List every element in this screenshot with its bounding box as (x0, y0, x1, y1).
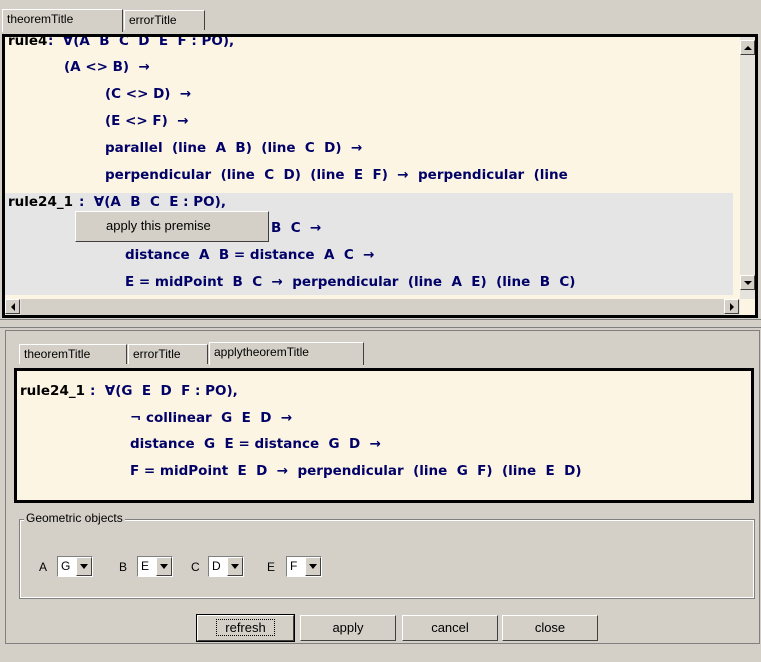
object-a-dropdown-button[interactable] (76, 557, 92, 576)
chevron-down-icon (160, 564, 168, 569)
close-button[interactable]: close (502, 615, 598, 641)
code-line: : ∀(G E D F : PO), (90, 383, 238, 399)
apply-button[interactable]: apply (300, 615, 396, 641)
arrow-right-icon (730, 303, 734, 311)
object-c-select[interactable]: D (208, 556, 244, 577)
vertical-scrollbar[interactable] (740, 37, 755, 299)
object-b-dropdown-button[interactable] (156, 557, 172, 576)
code-line: parallel (line A B) (line C D) → (105, 140, 363, 156)
code-line: (C <> D) → (105, 86, 192, 102)
refresh-button-label: refresh (216, 619, 275, 636)
split-divider[interactable] (0, 319, 761, 328)
geometric-objects-legend: Geometric objects (24, 511, 125, 525)
code-line: : ∀(A B C E : PO), (79, 194, 226, 210)
chevron-down-icon (309, 564, 317, 569)
tab-theorem-title[interactable]: theoremTitle (19, 344, 127, 364)
scroll-thumb[interactable] (21, 299, 724, 315)
cancel-button[interactable]: cancel (402, 615, 498, 641)
object-c-dropdown-button[interactable] (227, 557, 243, 576)
object-b-select[interactable]: E (137, 556, 173, 577)
scroll-left-button[interactable] (5, 299, 20, 314)
object-b-value: E (141, 559, 150, 573)
rule-label: rule24_1 (20, 383, 85, 399)
object-label-a: A (39, 560, 48, 574)
arrow-up-icon (744, 46, 752, 50)
code-line: ¬ collinear G E D → (130, 410, 293, 426)
rule-label: rule4 (8, 34, 48, 49)
tab-error-title[interactable]: errorTitle (128, 344, 208, 364)
bottom-editor[interactable]: rule24_1 : ∀(G E D F : PO), ¬ collinear … (14, 368, 754, 503)
rule-label: rule24_1 (8, 194, 73, 210)
tab-apply-theorem-title[interactable]: applytheoremTitle (209, 342, 364, 365)
object-label-e: E (267, 560, 276, 574)
object-e-select[interactable]: F (286, 556, 322, 577)
code-line: : ∀(A B C D E F : PO), (48, 34, 235, 49)
object-label-c: C (191, 560, 200, 574)
code-line: F = midPoint E D → perpendicular (line G… (130, 463, 582, 479)
arrow-down-icon (744, 281, 752, 285)
context-menu-apply-premise[interactable]: apply this premise (106, 218, 211, 233)
object-e-dropdown-button[interactable] (305, 557, 321, 576)
top-editor[interactable]: rule4 : ∀(A B C D E F : PO), (A <> B) → … (2, 34, 758, 318)
chevron-down-icon (80, 564, 88, 569)
tab-error-title[interactable]: errorTitle (124, 10, 205, 30)
chevron-down-icon (231, 564, 239, 569)
horizontal-scrollbar[interactable] (5, 299, 740, 315)
scroll-down-button[interactable] (740, 275, 755, 290)
scroll-right-button[interactable] (724, 299, 739, 314)
code-line: E = midPoint B C → perpendicular (line A… (125, 274, 576, 290)
code-line: perpendicular (line C D) (line E F) → pe… (105, 167, 568, 183)
code-line: (E <> F) → (105, 113, 189, 129)
arrow-left-icon (11, 303, 15, 311)
code-line: distance A B = distance A C → (125, 247, 375, 263)
object-a-value: G (61, 559, 71, 573)
object-c-value: D (212, 559, 221, 573)
object-e-value: F (290, 559, 298, 573)
geometric-objects-group (19, 519, 755, 599)
refresh-button[interactable]: refresh (196, 614, 295, 642)
tab-theorem-title[interactable]: theoremTitle (2, 9, 123, 32)
code-line: B C → (271, 220, 322, 236)
scroll-up-button[interactable] (740, 40, 755, 55)
code-line: (A <> B) → (64, 59, 150, 75)
object-label-b: B (119, 560, 128, 574)
context-menu: apply this premise (75, 211, 269, 242)
code-line: distance G E = distance G D → (130, 436, 381, 452)
object-a-select[interactable]: G (57, 556, 93, 577)
